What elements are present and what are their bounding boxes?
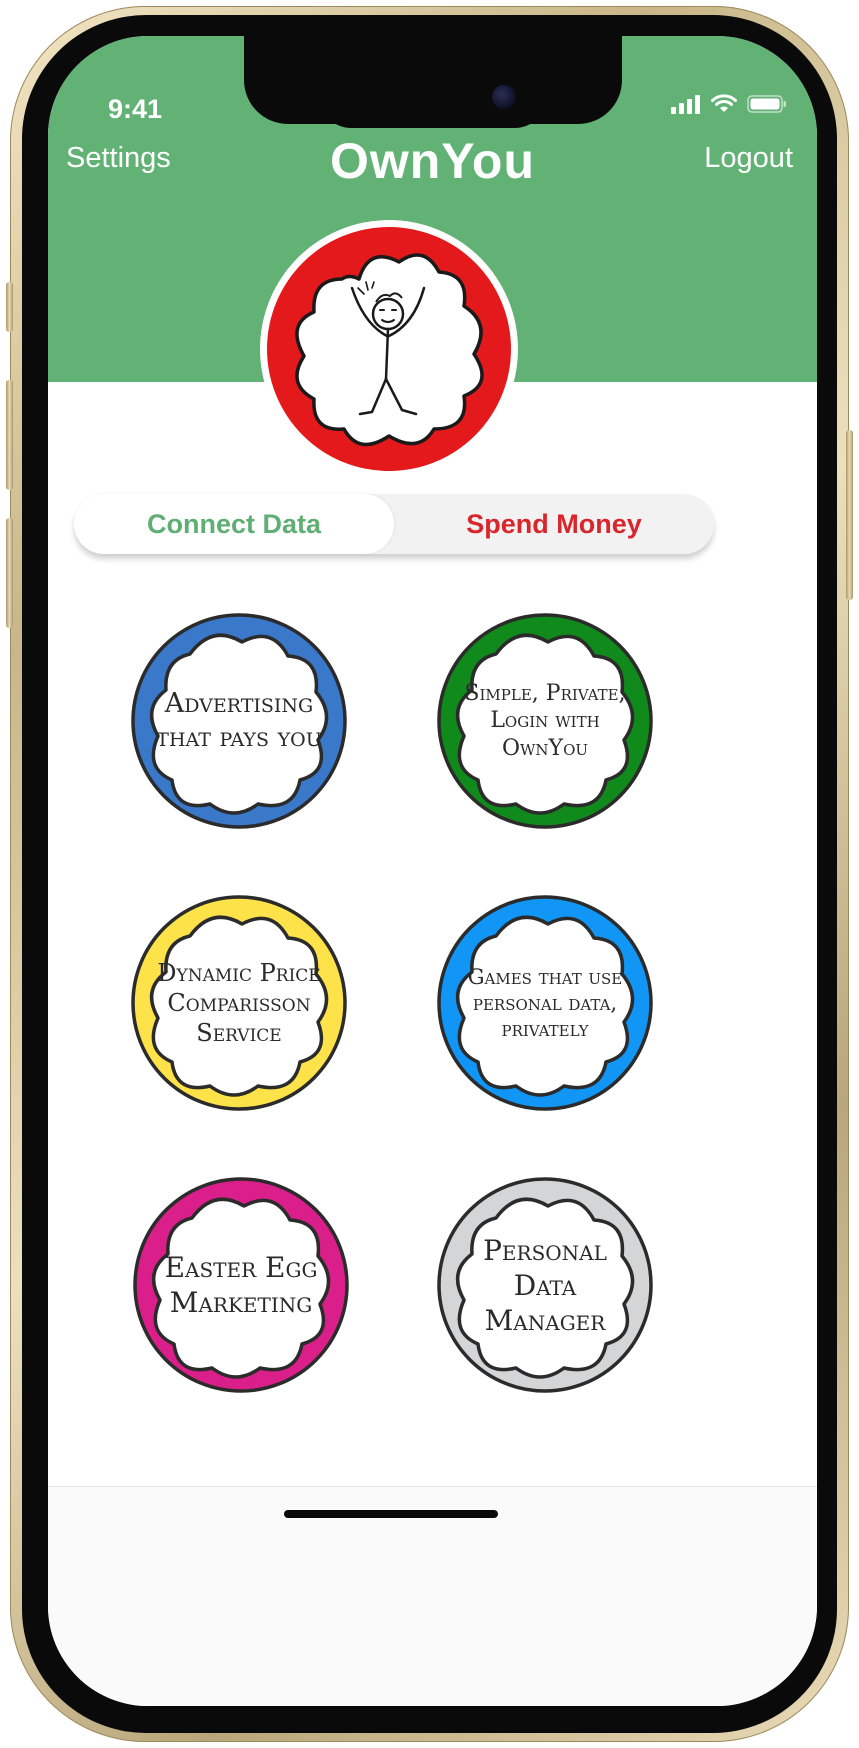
feature-label-line: personal data, — [472, 990, 618, 1015]
feature-label-line: that pays you — [156, 722, 322, 753]
feature-label: Personal Data Manager — [436, 1176, 654, 1394]
feature-label-line: Login with — [490, 708, 600, 734]
tab-connect-data[interactable]: Connect Data — [74, 494, 394, 554]
feature-label: Dynamic Price Comparisson Service — [130, 894, 348, 1112]
feature-label-line: Marketing — [169, 1286, 313, 1319]
feature-label: Easter Egg Marketing — [132, 1176, 350, 1394]
side-button-silent — [6, 282, 13, 332]
feature-label-line: Personal — [483, 1233, 607, 1267]
feature-games[interactable]: Games that use personal data, privately — [436, 894, 654, 1112]
side-button-power — [846, 430, 853, 600]
feature-label-line: OwnYou — [501, 735, 589, 761]
logout-button[interactable]: Logout — [704, 142, 793, 175]
side-button-volume-up — [6, 380, 13, 490]
feature-advertising[interactable]: Advertising that pays you — [130, 612, 348, 830]
feature-label: Games that use personal data, privately — [436, 894, 654, 1112]
feature-data-manager[interactable]: Personal Data Manager — [436, 1176, 654, 1394]
feature-label-line: Manager — [484, 1303, 606, 1337]
feature-label: Simple, Private, Login with OwnYou — [436, 612, 654, 830]
feature-easter-egg[interactable]: Easter Egg Marketing — [132, 1176, 350, 1394]
battery-icon — [747, 95, 786, 113]
feature-label: Advertising that pays you — [130, 612, 348, 830]
feature-private-login[interactable]: Simple, Private, Login with OwnYou — [436, 612, 654, 830]
bottom-bar — [48, 1486, 817, 1706]
data-money-toggle: Connect Data Spend Money — [74, 494, 714, 554]
status-icons — [671, 94, 787, 114]
wifi-icon — [711, 94, 737, 112]
feature-label-line: Simple, Private, — [464, 680, 626, 706]
side-button-volume-down — [6, 518, 13, 628]
feature-label-line: Dynamic Price — [157, 959, 321, 987]
app-screen: 9:41 Settings OwnYou Logout Connect Data… — [48, 36, 817, 1706]
feature-label-line: Comparisson — [167, 989, 311, 1017]
feature-label-line: Advertising — [164, 688, 314, 720]
avatar[interactable] — [260, 220, 518, 478]
home-indicator[interactable] — [284, 1510, 498, 1518]
camera-island — [320, 66, 546, 128]
status-time: 9:41 — [108, 94, 163, 124]
feature-label-line: Service — [196, 1019, 282, 1047]
app-title: OwnYou — [329, 133, 536, 189]
camera-lens — [492, 85, 516, 109]
feature-label-line: Data — [513, 1268, 577, 1302]
tab-spend-money[interactable]: Spend Money — [394, 494, 714, 554]
feature-price-comparison[interactable]: Dynamic Price Comparisson Service — [130, 894, 348, 1112]
feature-label-line: Games that use — [467, 964, 623, 989]
feature-label-line: Easter Egg — [164, 1251, 318, 1284]
stick-figure-icon — [267, 227, 511, 471]
feature-label-line: privately — [501, 1017, 589, 1042]
signal-icon — [671, 95, 700, 114]
